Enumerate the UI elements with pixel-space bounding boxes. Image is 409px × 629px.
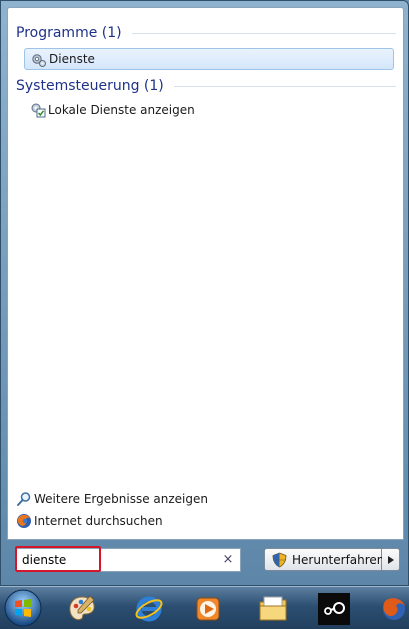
paint-palette-icon [69,595,95,621]
uac-shield-icon [272,552,287,568]
clear-search-icon[interactable]: × [221,552,235,568]
browser-icon [383,598,405,620]
start-menu: Programme (1) Dienste Systemsteuerung (1… [0,0,409,586]
taskbar-paint[interactable] [62,590,102,628]
firefox-icon [17,514,31,528]
section-header-programs: Programme (1) [16,23,396,43]
shutdown-label: Herunterfahren [292,552,385,567]
services-checklist-icon [31,103,46,118]
search-results-panel: Programme (1) Dienste Systemsteuerung (1… [7,7,404,540]
chevron-right-icon [387,555,394,564]
section-title-control-panel: Systemsteuerung (1) [16,78,164,94]
result-item-lokale-dienste[interactable]: Lokale Dienste anzeigen [24,99,394,121]
services-gear-icon [32,54,46,67]
search-input[interactable] [22,552,212,568]
section-title-programs: Programme (1) [16,25,122,41]
taskbar-steam[interactable] [314,590,354,628]
result-item-dienste[interactable]: Dienste [24,48,394,70]
magnifier-icon [17,492,31,506]
search-internet-label: Internet durchsuchen [34,514,163,528]
media-player-icon [196,597,220,621]
result-label: Dienste [49,52,95,66]
section-divider [173,85,396,87]
search-box[interactable]: × [15,548,241,572]
taskbar-explorer[interactable] [253,590,293,628]
search-internet-link[interactable]: Internet durchsuchen [16,511,163,531]
section-header-control-panel: Systemsteuerung (1) [16,76,396,96]
taskbar [0,586,409,629]
shutdown-options-button[interactable] [382,548,400,571]
taskbar-browser[interactable] [375,590,409,628]
internet-explorer-icon [135,596,163,622]
steam-icon [318,593,350,625]
taskbar-internet-explorer[interactable] [129,590,169,628]
file-explorer-icon [259,596,287,621]
section-divider [131,32,396,34]
more-results-label: Weitere Ergebnisse anzeigen [34,492,208,506]
shutdown-button[interactable]: Herunterfahren [264,548,385,571]
more-results-link[interactable]: Weitere Ergebnisse anzeigen [16,489,208,509]
taskbar-media-player[interactable] [188,590,228,628]
windows-start-orb-icon[interactable] [3,588,43,628]
result-label: Lokale Dienste anzeigen [48,103,195,117]
